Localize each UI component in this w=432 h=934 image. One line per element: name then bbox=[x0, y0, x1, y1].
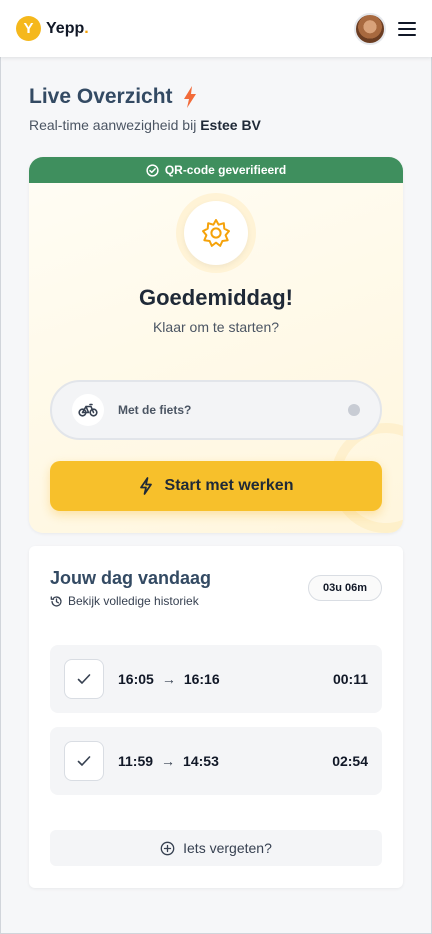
page-title: Live Overzicht bbox=[29, 85, 173, 108]
entry-duration: 02:54 bbox=[332, 753, 368, 769]
entry-times: 16:05 → 16:16 bbox=[118, 671, 333, 687]
entry-times: 11:59 → 14:53 bbox=[118, 753, 332, 769]
lightning-icon bbox=[183, 86, 197, 108]
arrow-right-icon: → bbox=[161, 753, 176, 769]
brand-logo-icon: Y bbox=[16, 16, 41, 41]
header-actions bbox=[354, 12, 416, 45]
history-link[interactable]: Bekijk volledige historiek bbox=[50, 594, 199, 608]
entry-duration: 00:11 bbox=[332, 671, 368, 687]
today-card: Jouw dag vandaag Bekijk volledige histor… bbox=[29, 546, 403, 888]
qr-verified-label: QR-code geverifieerd bbox=[164, 163, 287, 177]
menu-line bbox=[398, 33, 416, 36]
page-subtitle: Real-time aanwezigheid bij Estee BV bbox=[29, 117, 403, 133]
brand-dot: . bbox=[84, 19, 89, 37]
start-work-label: Start met werken bbox=[164, 477, 294, 494]
top-navigation-bar: Y Yepp. bbox=[0, 0, 432, 57]
greeting-subtitle: Klaar om te starten? bbox=[152, 319, 280, 335]
today-title: Jouw dag vandaag bbox=[50, 568, 212, 588]
total-time-badge: 03u 06m bbox=[307, 575, 382, 601]
checkin-card: QR-code geverifieerd Goedemiddag! Klaar … bbox=[29, 157, 403, 533]
check-icon bbox=[64, 659, 104, 699]
time-entry[interactable]: 16:05 → 16:16 00:11 bbox=[50, 645, 382, 713]
bicycle-icon bbox=[72, 394, 104, 426]
company-name: Estee BV bbox=[200, 117, 261, 133]
history-icon bbox=[50, 595, 62, 607]
sun-badge-inner bbox=[184, 201, 248, 265]
entry-end: 14:53 bbox=[183, 753, 219, 769]
toggle-indicator bbox=[348, 404, 360, 416]
entry-start: 11:59 bbox=[118, 753, 154, 769]
plus-circle-icon bbox=[160, 841, 175, 855]
greeting-heading: Goedemiddag! bbox=[138, 285, 293, 310]
forgot-button[interactable]: Iets vergeten? bbox=[50, 830, 382, 866]
check-circle-icon bbox=[146, 163, 159, 177]
brand-name: Yepp. bbox=[46, 20, 89, 38]
sun-badge bbox=[176, 193, 256, 273]
brand-name-text: Yepp bbox=[46, 19, 85, 37]
bike-toggle-label: Met de fiets? bbox=[118, 403, 192, 417]
subtitle-prefix: Real-time aanwezigheid bij bbox=[29, 117, 201, 133]
user-avatar[interactable] bbox=[354, 12, 386, 45]
menu-line bbox=[398, 27, 416, 30]
start-work-button[interactable]: Start met werken bbox=[50, 461, 382, 511]
page-heading: Live Overzicht Real-time aanwezigheid bi… bbox=[0, 57, 432, 133]
sun-icon bbox=[202, 219, 230, 247]
qr-verified-banner: QR-code geverifieerd bbox=[29, 157, 403, 183]
entry-start: 16:05 bbox=[118, 671, 154, 687]
forgot-label: Iets vergeten? bbox=[183, 840, 272, 856]
lightning-icon bbox=[139, 477, 152, 495]
entry-end: 16:16 bbox=[183, 671, 220, 687]
brand[interactable]: Y Yepp. bbox=[16, 16, 89, 41]
arrow-right-icon: → bbox=[161, 671, 176, 687]
history-link-label: Bekijk volledige historiek bbox=[68, 594, 199, 608]
bike-toggle[interactable]: Met de fiets? bbox=[50, 380, 382, 440]
hamburger-menu-icon[interactable] bbox=[398, 21, 416, 36]
menu-line bbox=[398, 21, 416, 24]
check-icon bbox=[64, 741, 104, 781]
time-entry[interactable]: 11:59 → 14:53 02:54 bbox=[50, 727, 382, 795]
title-row: Live Overzicht bbox=[29, 85, 403, 109]
